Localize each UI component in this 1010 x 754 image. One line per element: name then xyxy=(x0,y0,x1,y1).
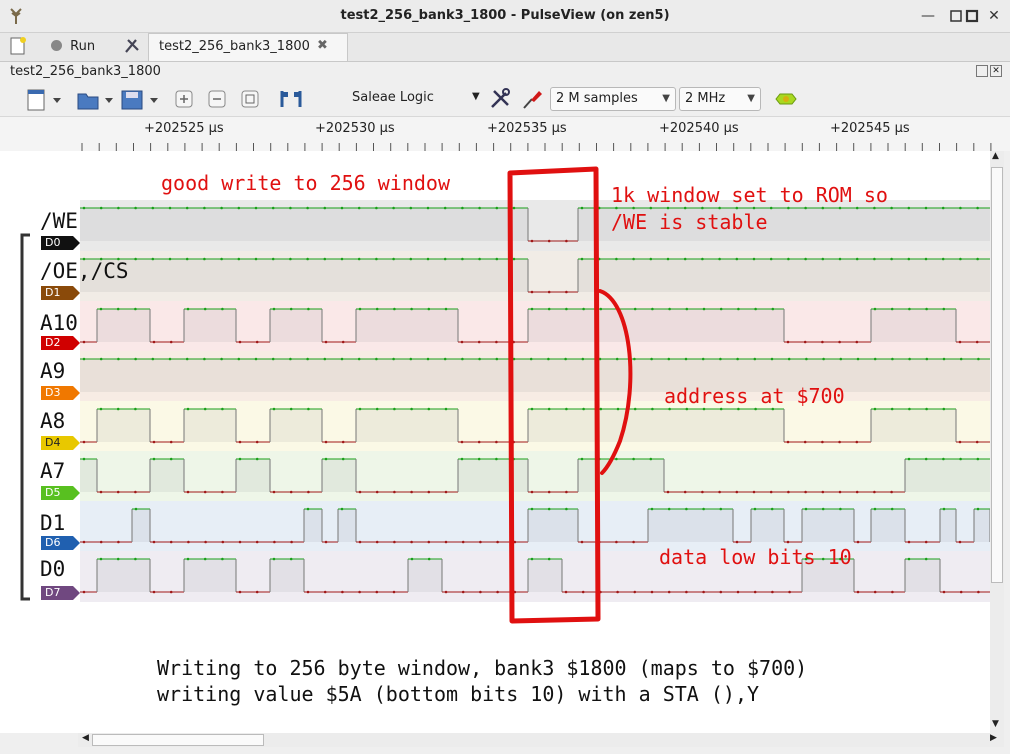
channel-tag[interactable]: D5 xyxy=(41,486,80,500)
scroll-right-icon[interactable]: ▶ xyxy=(990,733,997,743)
tools-icon[interactable] xyxy=(122,36,142,56)
device-selector[interactable]: Saleae Logic ▼ xyxy=(352,90,484,110)
cursor-icon[interactable] xyxy=(279,89,303,109)
maximize-button[interactable] xyxy=(962,6,982,26)
chevron-down-icon: ▼ xyxy=(472,91,480,102)
ruler-ticks xyxy=(81,143,992,151)
channel-name: D0 xyxy=(40,557,66,581)
device-name: Saleae Logic xyxy=(352,90,434,105)
annotation-good-write: good write to 256 window xyxy=(161,171,450,195)
annotation-rom-line2: /WE is stable xyxy=(611,210,768,234)
configure-device-icon[interactable] xyxy=(488,87,512,111)
channel-tag[interactable]: D7 xyxy=(41,586,80,600)
window-title: test2_256_bank3_1800 - PulseView (on zen… xyxy=(340,8,670,23)
channel-tag[interactable]: D1 xyxy=(41,286,80,300)
sample-count-select[interactable]: 2 M samples ▼ xyxy=(550,87,676,111)
channel-name: /OE,/CS xyxy=(40,259,129,283)
horizontal-scrollbar[interactable]: ◀ ▶ xyxy=(78,733,1004,747)
vertical-scrollbar[interactable]: ▲ ▼ xyxy=(990,151,1004,733)
zoom-in-icon[interactable] xyxy=(174,89,194,109)
channel-name: D1 xyxy=(40,511,66,535)
annotation-data-bits: data low bits 10 xyxy=(659,545,852,569)
open-file-icon[interactable] xyxy=(76,88,116,112)
channel-name: /WE xyxy=(40,209,78,233)
run-button[interactable]: Run xyxy=(40,36,130,58)
save-file-icon[interactable] xyxy=(120,88,162,112)
zoom-out-icon[interactable] xyxy=(207,89,227,109)
annotation-address: address at $700 xyxy=(664,384,845,408)
channel-name: A7 xyxy=(40,459,66,483)
float-icon[interactable] xyxy=(976,65,988,77)
new-session-button[interactable] xyxy=(8,36,28,56)
new-view-icon[interactable] xyxy=(26,88,62,112)
note-line-1: Writing to 256 byte window, bank3 $1800 … xyxy=(157,656,808,680)
close-doc-icon[interactable]: ✕ xyxy=(990,65,1002,77)
channel-tag[interactable]: D6 xyxy=(41,536,80,550)
channel-group-bracket xyxy=(20,233,30,601)
annotation-rom-line1: 1k window set to ROM so xyxy=(611,183,888,207)
horizontal-scroll-thumb[interactable] xyxy=(92,734,264,746)
tab-document[interactable]: test2_256_bank3_1800 ✖ xyxy=(148,33,348,61)
add-decoder-icon[interactable] xyxy=(774,90,798,108)
sample-count-value: 2 M samples xyxy=(556,91,638,106)
tab-document-label: test2_256_bank3_1800 xyxy=(159,39,310,54)
scroll-up-icon[interactable]: ▲ xyxy=(992,151,999,161)
run-icon xyxy=(51,40,62,51)
scroll-down-icon[interactable]: ▼ xyxy=(992,719,999,729)
close-window-button[interactable]: ✕ xyxy=(984,6,1004,26)
channel-tag[interactable]: D0 xyxy=(41,236,80,250)
new-document-icon xyxy=(10,37,26,55)
sample-rate-value: 2 MHz xyxy=(685,91,726,106)
title-bar: test2_256_bank3_1800 - PulseView (on zen… xyxy=(0,0,1010,33)
channel-tag[interactable]: D3 xyxy=(41,386,80,400)
tab-close-icon[interactable]: ✖ xyxy=(317,38,328,53)
chevron-down-icon: ▼ xyxy=(662,93,670,104)
channel-name: A10 xyxy=(40,311,78,335)
scroll-left-icon[interactable]: ◀ xyxy=(82,733,89,743)
vertical-scroll-thumb[interactable] xyxy=(991,167,1003,583)
document-name: test2_256_bank3_1800 xyxy=(10,64,161,79)
channel-tag[interactable]: D4 xyxy=(41,436,80,450)
chevron-down-icon: ▼ xyxy=(747,93,755,104)
probe-icon[interactable] xyxy=(520,87,544,111)
zoom-fit-icon[interactable] xyxy=(240,89,260,109)
note-line-2: writing value $5A (bottom bits 10) with … xyxy=(157,682,760,706)
document-header: test2_256_bank3_1800 ✕ xyxy=(0,62,1010,84)
waveform-canvas xyxy=(20,166,990,624)
channel-name: A8 xyxy=(40,409,66,433)
channel-tag[interactable]: D2 xyxy=(41,336,80,350)
channel-name: A9 xyxy=(40,359,66,383)
sample-rate-select[interactable]: 2 MHz ▼ xyxy=(679,87,761,111)
minimize-button[interactable]: — xyxy=(918,6,938,26)
run-label: Run xyxy=(70,39,96,54)
